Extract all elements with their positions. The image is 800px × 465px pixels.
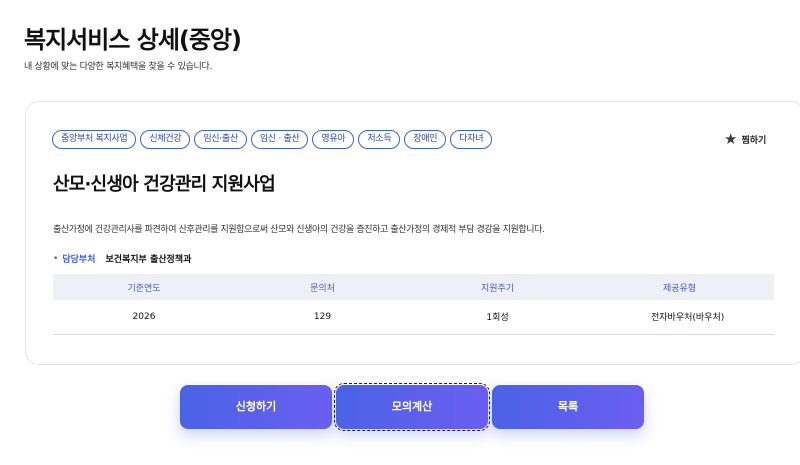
tag-disabled[interactable]: 장애인: [404, 130, 447, 149]
tag-central-welfare[interactable]: 중앙부처 복지사업: [52, 130, 137, 149]
header-provision-type: 제공유형: [585, 274, 774, 300]
tag-physical-health[interactable]: 신체건강: [140, 130, 191, 149]
category-tags: 중앙부처 복지사업 신체건강 임신·출산 임신 · 출산 영유아 저소득 장애인…: [52, 130, 493, 149]
apply-button[interactable]: 신청하기: [180, 385, 332, 429]
service-title: 산모·신생아 건강관리 지원사업: [53, 174, 276, 195]
page-subtitle: 내 상황에 맞는 다양한 복지혜택을 찾을 수 있습니다.: [24, 62, 213, 72]
page-title: 복지서비스 상세(중앙): [24, 26, 242, 54]
department-info: • 담당부처 보건복지부 출산정책과: [53, 252, 192, 266]
tag-infant[interactable]: 영유아: [312, 130, 355, 149]
tag-pregnancy-birth[interactable]: 임신·출산: [194, 130, 247, 149]
service-detail-card: 중앙부처 복지사업 신체건강 임신·출산 임신 · 출산 영유아 저소득 장애인…: [25, 101, 800, 365]
tag-pregnancy-birth-alt[interactable]: 임신 · 출산: [250, 130, 309, 149]
favorite-button[interactable]: ★ 찜하기: [724, 132, 766, 147]
tag-low-income[interactable]: 저소득: [358, 130, 401, 149]
bullet-icon: •: [53, 253, 59, 264]
simulate-calculation-button[interactable]: 모의계산: [334, 383, 490, 431]
cell-contact: 129: [235, 300, 410, 335]
table-header-row: 기준연도 문의처 지원주기 제공유형: [53, 274, 774, 300]
table-row: 2026 129 1회성 전자바우처(바우처): [53, 300, 774, 335]
header-base-year: 기준연도: [53, 274, 235, 300]
header-contact: 문의처: [235, 274, 410, 300]
service-description: 출산가정에 건강관리사를 파견하여 산후관리를 지원함으로써 산모와 신생아의 …: [53, 225, 545, 235]
cell-base-year: 2026: [53, 300, 235, 335]
tag-multi-child[interactable]: 다자녀: [450, 130, 493, 149]
header-support-cycle: 지원주기: [410, 274, 585, 300]
service-info-table: 기준연도 문의처 지원주기 제공유형 2026 129 1회성 전자바우처(바우…: [53, 274, 774, 335]
favorite-label: 찜하기: [741, 136, 767, 146]
cell-provision-type: 전자바우처(바우처): [585, 300, 774, 335]
department-value: 보건복지부 출산정책과: [105, 255, 192, 265]
department-label: 담당부처: [62, 255, 96, 265]
list-button[interactable]: 목록: [492, 385, 644, 429]
star-icon: ★: [724, 130, 738, 148]
cell-support-cycle: 1회성: [410, 300, 585, 335]
